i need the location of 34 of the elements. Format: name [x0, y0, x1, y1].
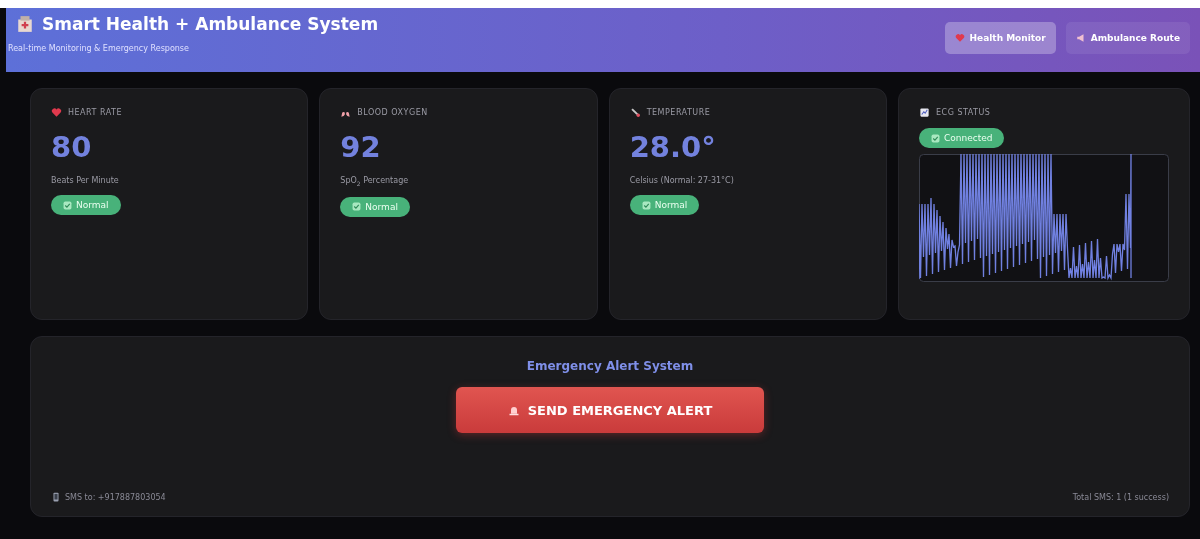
metric-unit: Beats Per Minute: [51, 176, 120, 185]
emergency-button[interactable]: SEND EMERGENCY ALERT: [456, 387, 764, 433]
hospital-icon: [16, 15, 34, 33]
app-subtitle: Real-time Monitoring & Emergency Response: [8, 44, 190, 53]
sms-total: Total SMS: 1 (1 success): [1072, 492, 1169, 502]
phone-icon: [51, 492, 61, 502]
card-label: HEART RATE: [68, 108, 122, 117]
siren-icon: [507, 404, 520, 416]
check-icon: [63, 200, 72, 210]
metric-unit: SpO$_{2}$ Percentage: [340, 176, 410, 187]
card-label: BLOOD OXYGEN: [357, 108, 428, 117]
metric-value: 92: [340, 130, 382, 164]
status-badge: Normal: [629, 195, 700, 215]
metric-unit: Celsius (Normal: 27-31°C): [629, 176, 735, 185]
alert-title: Emergency Alert System: [526, 359, 694, 373]
check-icon: [641, 200, 651, 210]
nav-tab[interactable]: Ambulance Route: [1065, 22, 1190, 54]
horn-icon: [1075, 33, 1086, 43]
sms-recipient: SMS to: +917887803054: [65, 492, 166, 502]
app-title: Smart Health + Ambulance System: [42, 14, 379, 34]
metric-value: 28.0°: [629, 130, 717, 164]
status-badge: Connected: [919, 128, 1005, 148]
nav-tab[interactable]: Health Monitor: [944, 22, 1056, 54]
status-badge: Normal: [51, 195, 121, 215]
status-badge: Normal: [340, 196, 410, 217]
check-icon: [352, 202, 362, 212]
check-icon: [931, 133, 940, 143]
chart-icon: [919, 107, 930, 118]
card-label: ECG STATUS: [936, 108, 991, 117]
heart-icon: [51, 107, 62, 118]
metric-value: 80: [51, 130, 93, 164]
thermometer-icon: [629, 107, 641, 118]
card-label: TEMPERATURE: [646, 108, 711, 117]
heart-icon: [954, 33, 965, 43]
